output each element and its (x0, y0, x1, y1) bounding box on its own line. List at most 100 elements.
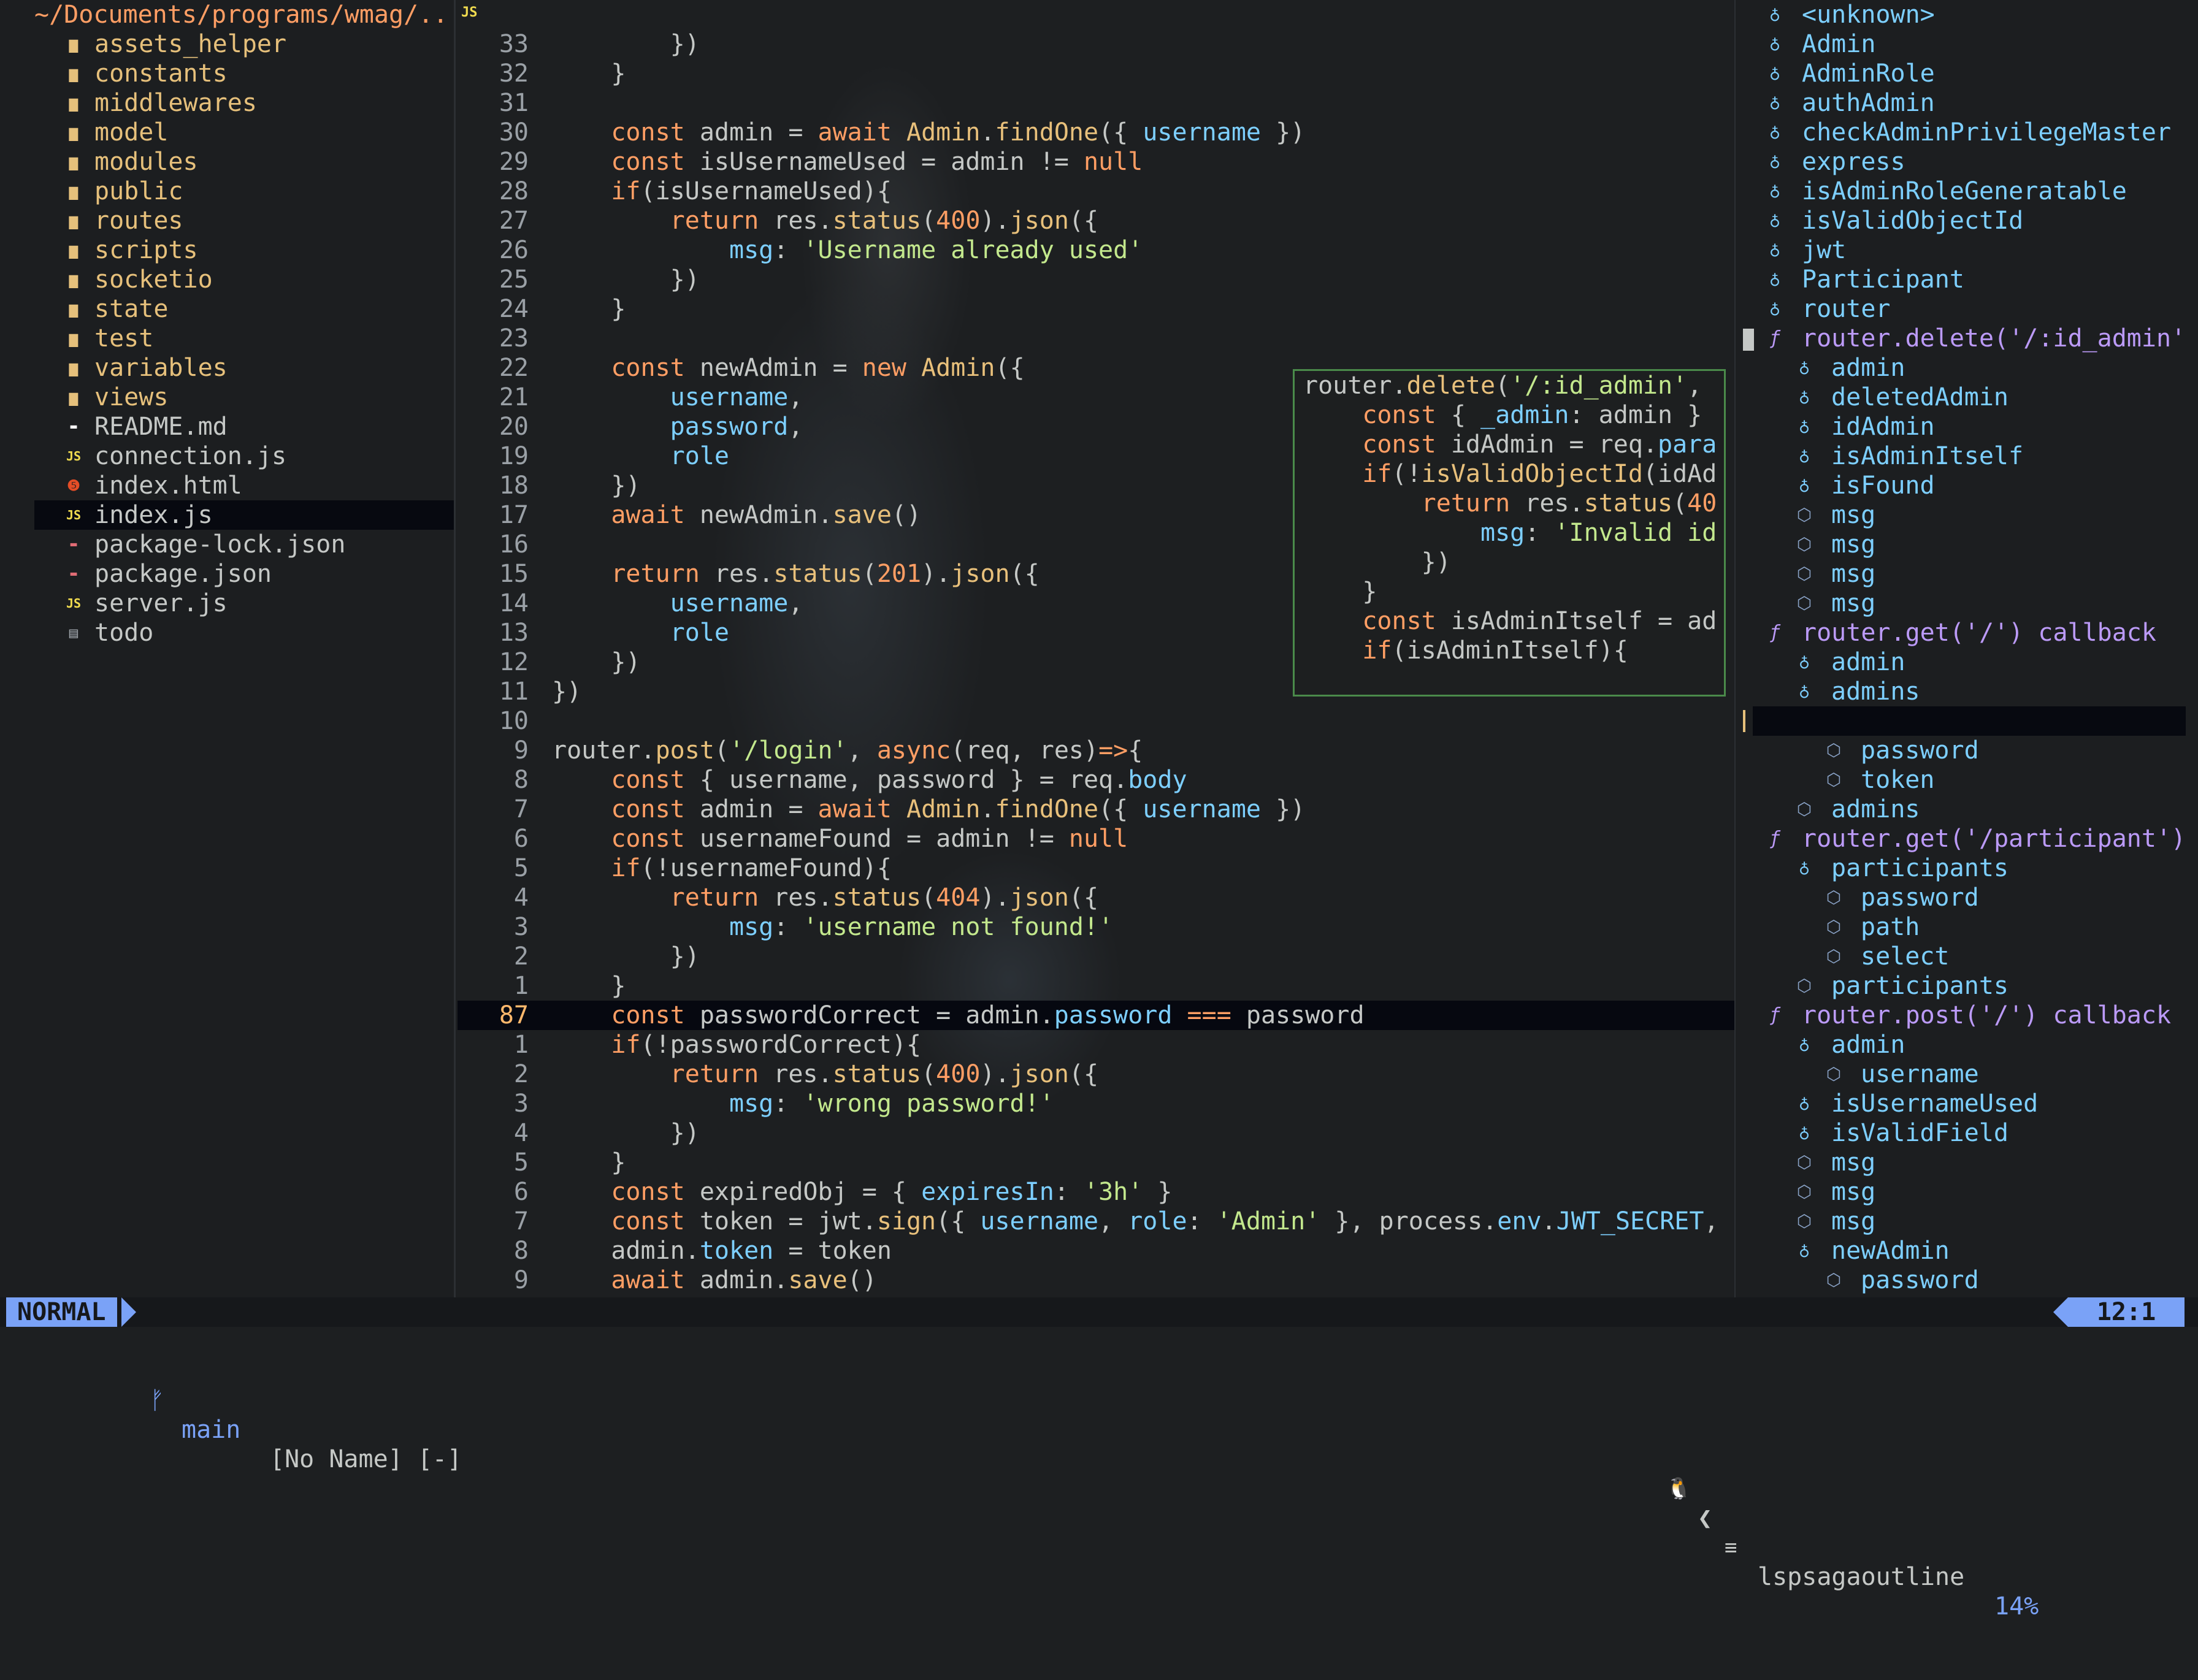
code-line[interactable]: 8 const { username, password } = req.bod… (458, 765, 1734, 795)
file-item[interactable]: ❺ index.html (0, 471, 454, 500)
outline-item[interactable]: ♁ <unknown> (1736, 0, 2198, 29)
outline-item[interactable]: ⬡ msg (1736, 1148, 2198, 1177)
js-tab-icon[interactable]: JS (461, 5, 478, 20)
outline-item[interactable]: ⬡ msg (1736, 530, 2198, 559)
outline-item[interactable]: ⬡ password (1736, 883, 2198, 912)
explorer-path[interactable]: ~/Documents/programs/wmag/.. (0, 0, 454, 29)
folder-item[interactable]: ▆ middlewares (0, 88, 454, 118)
code-line[interactable]: 7 const admin = await Admin.findOne({ us… (458, 795, 1734, 824)
outline-item[interactable]: ⬡ username (1736, 1060, 2198, 1089)
code-line[interactable]: 24 } (458, 294, 1734, 324)
outline-item[interactable]: ♁ deletedAdmin (1736, 383, 2198, 412)
code-line[interactable]: 9 router.post('/login', async(req, res)=>… (458, 736, 1734, 765)
file-item[interactable]: ▬ package-lock.json (0, 530, 454, 559)
code-line[interactable]: 7 const token = jwt.sign({ username, rol… (458, 1207, 1734, 1236)
cursor-line[interactable]: 87 const passwordCorrect = admin.passwor… (458, 1001, 1734, 1030)
folder-item[interactable]: ▆ views (0, 383, 454, 412)
outline-item[interactable]: ⬡ msg (1736, 559, 2198, 589)
outline-item[interactable]: ♁ isAdminRoleGeneratable (1736, 177, 2198, 206)
outline-item[interactable]: ♁ express (1736, 147, 2198, 177)
outline-item[interactable]: ♁ Admin (1736, 29, 2198, 59)
code-line[interactable]: 27 return res.status(400).json({ (458, 206, 1734, 235)
outline-item[interactable]: ♁ isValidField (1736, 1118, 2198, 1148)
outline-item[interactable]: ♁ AdminRole (1736, 59, 2198, 88)
file-item[interactable]: JS index.js (34, 500, 454, 530)
outline-item[interactable]: ♁ admin (1736, 1030, 2198, 1060)
outline-item[interactable]: ♁ admins (1736, 677, 2198, 706)
code-line[interactable]: 6 const usernameFound = admin != null (458, 824, 1734, 853)
outline-item[interactable]: ⬡ password (1736, 1266, 2198, 1295)
outline-item[interactable]: ⬡ msg (1736, 500, 2198, 530)
code-line[interactable]: 23 (458, 324, 1734, 353)
outline-item[interactable]: ♁ Participant (1736, 265, 2198, 294)
outline-item[interactable]: ⬡ msg (1736, 589, 2198, 618)
outline-item[interactable]: ƒ router.get('/') callback (1736, 618, 2198, 647)
folder-item[interactable]: ▆ model (0, 118, 454, 147)
code-line[interactable]: 5 } (458, 1148, 1734, 1177)
outline-item[interactable]: ♁ idAdmin (1736, 412, 2198, 441)
folder-item[interactable]: ▆ scripts (0, 235, 454, 265)
outline-item[interactable]: ♁ isValidObjectId (1736, 206, 2198, 235)
code-line[interactable]: 32 } (458, 59, 1734, 88)
outline-item[interactable]: ♁ isUsernameUsed (1736, 1089, 2198, 1118)
outline-item[interactable]: ⬡ select (1736, 942, 2198, 971)
code-line[interactable]: 2 }) (458, 942, 1734, 971)
outline-item[interactable]: ƒ router.delete('/:id_admin' (1736, 324, 2198, 353)
outline-item[interactable]: ♁ authAdmin (1736, 88, 2198, 118)
outline-item[interactable]: ♁ router (1736, 294, 2198, 324)
file-item[interactable]: ▬ README.md (0, 412, 454, 441)
code-line[interactable]: 5 if(!usernameFound){ (458, 853, 1734, 883)
outline-item[interactable]: ⬡ msg (1736, 1177, 2198, 1207)
code-line[interactable]: 4 return res.status(404).json({ (458, 883, 1734, 912)
outline-item[interactable]: ⬡ path (1736, 912, 2198, 942)
folder-item[interactable]: ▆ public (0, 177, 454, 206)
folder-item[interactable]: ▆ modules (0, 147, 454, 177)
code-line[interactable]: 3 msg: 'username not found!' (458, 912, 1734, 942)
code-line[interactable]: 2 return res.status(400).json({ (458, 1060, 1734, 1089)
code-line[interactable]: 3 msg: 'wrong password!' (458, 1089, 1734, 1118)
outline-item[interactable]: ♁ admin (1736, 647, 2198, 677)
folder-item[interactable]: ▆ routes (0, 206, 454, 235)
code-line[interactable]: 9 await admin.save() (458, 1266, 1734, 1295)
outline-selected-row[interactable] (1743, 706, 2186, 736)
folder-item[interactable]: ▆ state (0, 294, 454, 324)
code-line[interactable]: 10 (458, 706, 1734, 736)
outline-item[interactable]: ⬡ admins (1736, 795, 2198, 824)
outline-item[interactable]: ♁ participants (1736, 853, 2198, 883)
code-line[interactable]: 1 } (458, 971, 1734, 1001)
code-line[interactable]: 8 admin.token = token (458, 1236, 1734, 1266)
code-line[interactable]: 28 if(isUsernameUsed){ (458, 177, 1734, 206)
file-item[interactable]: JS connection.js (0, 441, 454, 471)
outline-item[interactable]: ⬡ token (1736, 765, 2198, 795)
code-line[interactable]: 4 }) (458, 1118, 1734, 1148)
folder-item[interactable]: ▆ constants (0, 59, 454, 88)
code-line[interactable]: 33 }) (458, 29, 1734, 59)
code-line[interactable]: 25 }) (458, 265, 1734, 294)
outline-item[interactable]: ♁ checkAdminPrivilegeMaster (1736, 118, 2198, 147)
outline-item[interactable]: ♁ jwt (1736, 235, 2198, 265)
file-item[interactable]: JS server.js (0, 589, 454, 618)
outline-item[interactable]: ♁ isFound (1736, 471, 2198, 500)
outline-item[interactable]: ⬡ password (1736, 736, 2198, 765)
folder-item[interactable]: ▆ assets_helper (0, 29, 454, 59)
folder-item[interactable]: ▆ socketio (0, 265, 454, 294)
outline-item[interactable]: ƒ router.post('/') callback (1736, 1001, 2198, 1030)
file-item[interactable]: ▬ package.json (0, 559, 454, 589)
folder-icon: ▆ (69, 242, 78, 259)
code-line[interactable]: 29 const isUsernameUsed = admin != null (458, 147, 1734, 177)
outline-item[interactable]: ⬡ participants (1736, 971, 2198, 1001)
file-item[interactable]: ▤ todo (0, 618, 454, 647)
code-line[interactable]: 6 const expiredObj = { expiresIn: '3h' } (458, 1177, 1734, 1207)
code-line[interactable]: 26 msg: 'Username already used' (458, 235, 1734, 265)
command-line[interactable] (0, 1327, 2198, 1373)
outline-item[interactable]: ⬡ msg (1736, 1207, 2198, 1236)
folder-item[interactable]: ▆ variables (0, 353, 454, 383)
outline-item[interactable]: ♁ admin (1736, 353, 2198, 383)
code-line[interactable]: 30 const admin = await Admin.findOne({ u… (458, 118, 1734, 147)
outline-item[interactable]: ♁ isAdminItself (1736, 441, 2198, 471)
outline-item[interactable]: ƒ router.get('/participant') (1736, 824, 2198, 853)
folder-item[interactable]: ▆ test (0, 324, 454, 353)
code-line[interactable]: 31 (458, 88, 1734, 118)
outline-item[interactable]: ♁ newAdmin (1736, 1236, 2198, 1266)
code-line[interactable]: 1 if(!passwordCorrect){ (458, 1030, 1734, 1060)
